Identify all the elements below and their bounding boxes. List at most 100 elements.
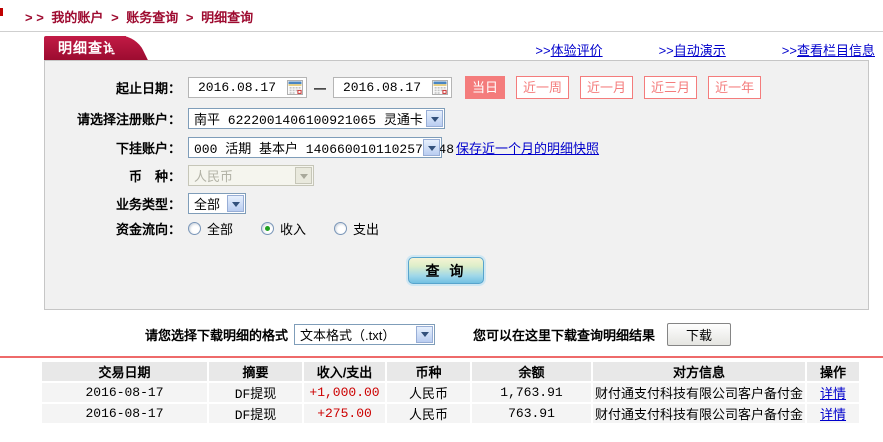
detail-link[interactable]: 详情 (820, 407, 846, 422)
chevron-down-icon[interactable] (426, 110, 443, 127)
detail-link[interactable]: 详情 (820, 386, 846, 401)
register-account-value: 南平 6222001406100921065 灵通卡 (194, 113, 423, 128)
save-snapshot-link[interactable]: 保存近一个月的明细快照 (456, 138, 599, 157)
chevron-down-icon[interactable] (227, 195, 244, 212)
calendar-icon[interactable] (432, 80, 448, 95)
cell-summary: DF提现 (209, 383, 302, 402)
sub-account-label: 下挂账户： (115, 141, 181, 156)
fund-flow-option-expense[interactable]: 支出 (353, 219, 379, 238)
download-format-label: 请您选择下载明细的格式 (145, 327, 289, 343)
query-button[interactable]: 查 询 (408, 257, 484, 284)
link-arrows: >> (658, 43, 674, 58)
currency-label: 币 种： (128, 169, 181, 184)
breadcrumb-arrows: > > (25, 10, 44, 25)
breadcrumb-separator: > (111, 10, 119, 25)
cell-counterparty: 财付通支付科技有限公司客户备付金 (593, 383, 806, 402)
chevron-down-icon[interactable] (416, 325, 434, 343)
calendar-icon[interactable] (287, 80, 303, 95)
quick-range-button[interactable]: 当日 (465, 76, 506, 99)
sub-account-value: 000 活期 基本户 1406600101102571848 (194, 142, 455, 157)
table-row: 2016-08-17 DF提现 +275.00 人民币 763.91 财付通支付… (42, 404, 860, 423)
sub-account-row: 下挂账户： 000 活期 基本户 1406600101102571848 保存近… (45, 137, 599, 158)
link-arrows: >> (535, 43, 551, 58)
experience-feedback-link[interactable]: >>体验评价 (535, 40, 602, 59)
transaction-table: 交易日期 摘要 收入/支出 币种 余额 对方信息 操作 2016-08-17 D… (40, 360, 861, 425)
register-account-label: 请选择注册账户： (76, 112, 181, 127)
query-form-panel: 起止日期： 2016.08.17 — 2016.08.17 当日 近一周 近一月… (44, 60, 869, 310)
col-header-action: 操作 (807, 362, 860, 381)
chevron-down-icon[interactable] (423, 139, 440, 156)
view-column-info-link[interactable]: >>查看栏目信息 (782, 40, 875, 59)
link-label: 查看栏目信息 (796, 43, 875, 58)
tab-detail-query[interactable]: 明细查询 (44, 36, 126, 60)
start-date-value: 2016.08.17 (198, 80, 277, 95)
col-header-date: 交易日期 (42, 362, 207, 381)
link-label: 体验评价 (550, 43, 603, 58)
breadcrumb-separator: > (185, 10, 194, 25)
link-label: 自动演示 (673, 43, 726, 58)
breadcrumb-item-account-query[interactable]: 账务查询 (126, 10, 178, 25)
fund-flow-options: 全部 收入 支出 (188, 219, 401, 238)
fund-flow-label: 资金流向： (115, 222, 181, 237)
start-date-input[interactable]: 2016.08.17 (188, 77, 307, 98)
col-header-summary: 摘要 (209, 362, 302, 381)
left-edge-marker (0, 8, 3, 16)
cell-currency: 人民币 (387, 404, 470, 423)
link-arrows: >> (781, 43, 797, 58)
fund-flow-option-income[interactable]: 收入 (280, 219, 306, 238)
chevron-down-icon (295, 167, 312, 184)
detail-query-page: > > 我的账户 > 账务查询 > 明细查询 明细查询 >>体验评价 >>自动演… (0, 0, 883, 442)
radio-circle[interactable] (261, 222, 275, 235)
cell-amount: +1,000.00 (304, 383, 385, 402)
download-row: 请您选择下载明细的格式 文本格式（.txt） 您可以在这里下载查询明细结果 下载 (0, 322, 883, 346)
currency-row: 币 种： 人民币 (45, 165, 314, 186)
top-divider (0, 31, 883, 32)
breadcrumb: > > 我的账户 > 账务查询 > 明细查询 (25, 7, 257, 26)
business-type-row: 业务类型： 全部 (45, 193, 246, 214)
cell-amount: +275.00 (304, 404, 385, 423)
breadcrumb-item-my-account[interactable]: 我的账户 (51, 10, 103, 25)
col-header-balance: 余额 (472, 362, 591, 381)
date-range-dash: — (314, 80, 326, 95)
table-header-row: 交易日期 摘要 收入/支出 币种 余额 对方信息 操作 (42, 362, 860, 381)
quick-range-button[interactable]: 近三月 (644, 76, 698, 99)
cell-balance: 1,763.91 (472, 383, 591, 402)
download-format-select[interactable]: 文本格式（.txt） (294, 323, 436, 345)
currency-select: 人民币 (188, 165, 314, 186)
business-type-value: 全部 (194, 197, 221, 212)
col-header-amount: 收入/支出 (304, 362, 385, 381)
cell-counterparty: 财付通支付科技有限公司客户备付金 (593, 404, 806, 423)
breadcrumb-item-detail-query[interactable]: 明细查询 (201, 10, 253, 25)
col-header-counterparty: 对方信息 (593, 362, 806, 381)
sub-account-select[interactable]: 000 活期 基本户 1406600101102571848 (188, 137, 454, 158)
business-type-label: 业务类型： (115, 197, 181, 212)
fund-flow-row: 资金流向： 全部 收入 支出 (45, 219, 401, 238)
auto-demo-link[interactable]: >>自动演示 (659, 40, 726, 59)
end-date-input[interactable]: 2016.08.17 (333, 77, 452, 98)
cell-currency: 人民币 (387, 383, 470, 402)
currency-value: 人民币 (194, 169, 234, 184)
cell-summary: DF提现 (209, 404, 302, 423)
date-range-row: 起止日期： 2016.08.17 — 2016.08.17 当日 近一周 近一月… (45, 76, 762, 99)
radio-circle[interactable] (188, 222, 201, 235)
quick-range-buttons: 当日 近一周 近一月 近三月 近一年 (465, 76, 762, 99)
business-type-select[interactable]: 全部 (188, 193, 246, 214)
quick-range-button[interactable]: 近一周 (516, 76, 570, 99)
header-links: >>体验评价 >>自动演示 >>查看栏目信息 (535, 40, 875, 59)
quick-range-button[interactable]: 近一月 (580, 76, 634, 99)
quick-range-button[interactable]: 近一年 (708, 76, 762, 99)
cell-balance: 763.91 (472, 404, 591, 423)
table-row: 2016-08-17 DF提现 +1,000.00 人民币 1,763.91 财… (42, 383, 860, 402)
radio-circle[interactable] (334, 222, 348, 235)
date-range-label: 起止日期： (115, 81, 181, 96)
cell-date: 2016-08-17 (42, 404, 207, 423)
download-hint: 您可以在这里下载查询明细结果 (473, 327, 656, 343)
download-format-value: 文本格式（.txt） (300, 327, 396, 343)
table-top-divider (0, 356, 883, 358)
fund-flow-option-all[interactable]: 全部 (207, 219, 233, 238)
register-account-select[interactable]: 南平 6222001406100921065 灵通卡 (188, 108, 445, 129)
end-date-value: 2016.08.17 (343, 80, 422, 95)
cell-date: 2016-08-17 (42, 383, 207, 402)
download-button[interactable]: 下载 (667, 322, 732, 346)
register-account-row: 请选择注册账户： 南平 6222001406100921065 灵通卡 (45, 108, 445, 129)
